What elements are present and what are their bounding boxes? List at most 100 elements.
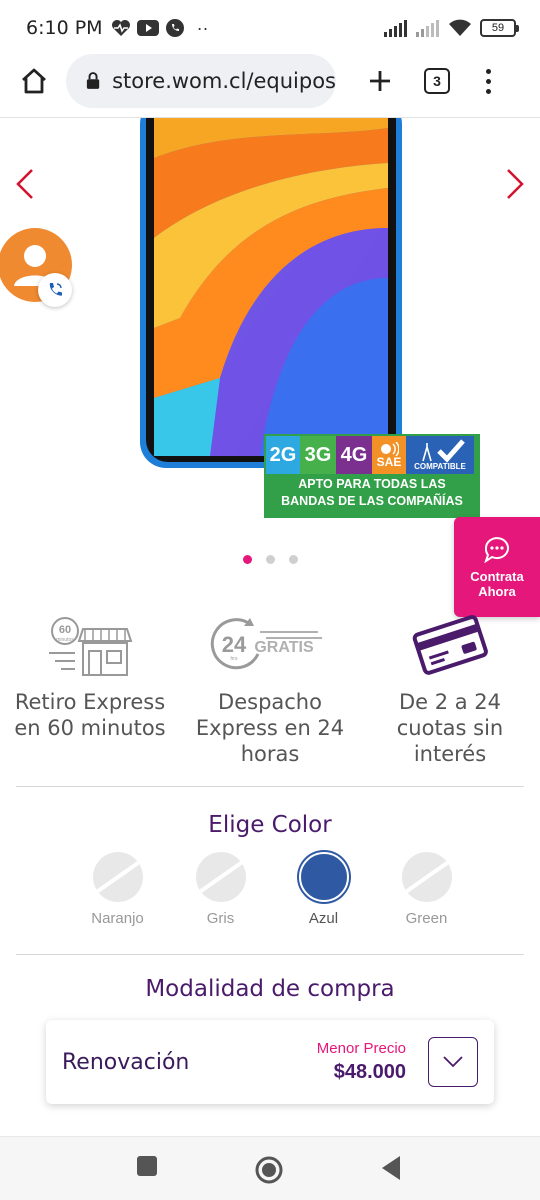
chevron-down-icon xyxy=(443,1056,463,1068)
call-badge[interactable] xyxy=(38,273,72,307)
unavailable-strike xyxy=(195,858,246,896)
svg-text:24: 24 xyxy=(222,632,247,657)
band-compatible-label: COMPATIBLE xyxy=(414,462,466,471)
contrata-ahora-button[interactable]: Contrata Ahora xyxy=(454,517,540,617)
product-image xyxy=(140,118,402,468)
unavailable-strike xyxy=(401,858,452,896)
band-3g: 3G xyxy=(300,436,336,474)
color-swatch-selected[interactable] xyxy=(298,852,349,902)
band-sae: SAE xyxy=(372,436,406,474)
antenna-check-icon xyxy=(422,439,465,463)
purchase-mode-label: Renovación xyxy=(62,1049,190,1075)
purchase-mode-dropdown-button[interactable] xyxy=(428,1037,478,1087)
color-swatch[interactable] xyxy=(401,852,452,902)
color-swatch[interactable] xyxy=(195,852,246,902)
bands-compatibility-badge: 2G 3G 4G SAE COMPATIBLE APTO PARA TODAS … xyxy=(264,434,480,518)
color-name: Gris xyxy=(206,910,235,927)
status-more-dots: ·· xyxy=(196,17,209,38)
bands-row: 2G 3G 4G SAE COMPATIBLE xyxy=(264,434,480,476)
tab-switcher-button[interactable]: 3 xyxy=(424,68,450,94)
battery-level: 59 xyxy=(491,22,505,34)
store-express-icon: 60 minutos xyxy=(45,605,135,683)
lowest-price-tag: Menor Precio xyxy=(316,1040,406,1057)
color-section-title: Elige Color xyxy=(208,812,332,838)
color-options: Naranjo Gris Azul Green xyxy=(66,852,478,927)
broadcast-icon xyxy=(381,442,399,456)
color-option-naranjo[interactable]: Naranjo xyxy=(66,852,169,927)
feature-despacho-express-text: Despacho Express en 24 horas xyxy=(195,690,345,766)
color-name: Azul xyxy=(308,910,339,927)
purchase-mode-price-block: Menor Precio $48.000 xyxy=(317,1040,406,1084)
bands-caption-line2: BANDAS DE LAS COMPAÑÍAS xyxy=(281,494,463,508)
menu-dot xyxy=(485,88,491,94)
carousel-next-icon[interactable] xyxy=(502,166,528,202)
menu-dot xyxy=(485,68,491,74)
whatsapp-icon xyxy=(165,19,184,37)
color-swatch[interactable] xyxy=(92,852,143,902)
feature-despacho-express: 24 hrs GRATIS Despacho Express en 24 hor… xyxy=(180,605,360,767)
section-divider xyxy=(16,786,524,787)
band-sae-label: SAE xyxy=(376,455,402,469)
nav-back-icon[interactable] xyxy=(380,1155,402,1181)
purchase-mode-title: Modalidad de compra xyxy=(145,976,395,1002)
new-tab-button[interactable] xyxy=(360,61,400,101)
signal-weak-icon xyxy=(416,20,439,37)
battery-icon: 59 xyxy=(480,19,519,37)
home-button[interactable] xyxy=(12,59,56,103)
status-system-icons: 59 xyxy=(384,18,519,38)
svg-text:GRATIS: GRATIS xyxy=(254,639,314,656)
plus-icon xyxy=(370,71,390,91)
svg-text:hrs: hrs xyxy=(231,656,238,662)
recent-apps-icon[interactable] xyxy=(136,1155,158,1177)
status-time: 6:10 PM xyxy=(26,17,103,39)
carousel-dot[interactable] xyxy=(242,555,252,564)
feature-retiro-express: 60 minutos Retiro Express en 60 minutos xyxy=(0,605,180,767)
feature-cuotas: De 2 a 24 cuotas sin interés xyxy=(360,605,540,767)
section-divider xyxy=(16,954,524,955)
feature-retiro-express-text: Retiro Express en 60 minutos xyxy=(14,690,166,740)
address-bar[interactable]: store.wom.cl/equipos xyxy=(66,54,336,108)
status-bar: 6:10 PM ·· 59 xyxy=(0,0,540,56)
system-nav-bar xyxy=(0,1136,540,1200)
home-icon xyxy=(22,68,46,94)
carousel-dot[interactable] xyxy=(265,555,275,564)
carousel-dot[interactable] xyxy=(288,555,298,564)
wifi-icon xyxy=(449,19,471,36)
bands-caption: APTO PARA TODAS LAS BANDAS DE LAS COMPAÑ… xyxy=(264,476,480,510)
band-4g: 4G xyxy=(336,436,372,474)
band-compatible: COMPATIBLE xyxy=(406,436,474,474)
heart-rate-icon xyxy=(111,20,130,36)
svg-text:60: 60 xyxy=(59,624,71,636)
lock-icon xyxy=(86,72,100,89)
carousel-indicators xyxy=(0,555,540,564)
color-name: Naranjo xyxy=(91,910,144,927)
tab-count: 3 xyxy=(433,73,441,89)
color-name: Green xyxy=(405,910,448,927)
delivery-24-icon: 24 hrs GRATIS xyxy=(210,605,330,683)
color-option-gris[interactable]: Gris xyxy=(169,852,272,927)
band-2g: 2G xyxy=(266,436,300,474)
phone-call-icon xyxy=(49,283,62,296)
screen: 6:10 PM ·· 59 store.wom.cl/equipos 3 2G … xyxy=(0,0,540,1200)
svg-text:minutos: minutos xyxy=(56,637,74,643)
status-notification-icons: ·· xyxy=(111,18,209,39)
purchase-mode-card[interactable]: Renovación Menor Precio $48.000 xyxy=(46,1020,494,1104)
credit-card-icon xyxy=(410,605,490,683)
bands-caption-line1: APTO PARA TODAS LAS xyxy=(298,477,446,491)
menu-dot xyxy=(485,78,491,84)
feature-cuotas-text: De 2 a 24 cuotas sin interés xyxy=(396,690,504,766)
carousel-prev-icon[interactable] xyxy=(12,166,38,202)
browser-toolbar: store.wom.cl/equipos 3 xyxy=(0,52,540,110)
color-option-azul[interactable]: Azul xyxy=(272,852,375,927)
product-carousel: 2G 3G 4G SAE COMPATIBLE APTO PARA TODAS … xyxy=(0,118,540,538)
color-option-green[interactable]: Green xyxy=(375,852,478,927)
signal-icon xyxy=(384,20,407,37)
nav-home-icon[interactable] xyxy=(254,1155,284,1185)
youtube-icon xyxy=(136,20,159,36)
purchase-price: $48.000 xyxy=(333,1061,406,1083)
unavailable-strike xyxy=(92,858,143,896)
url-text: store.wom.cl/equipos xyxy=(112,69,336,93)
contrata-ahora-label: Contrata Ahora xyxy=(470,569,524,599)
features-row: 60 minutos Retiro Express en 60 minutos … xyxy=(0,605,540,767)
browser-menu-button[interactable] xyxy=(478,61,498,101)
